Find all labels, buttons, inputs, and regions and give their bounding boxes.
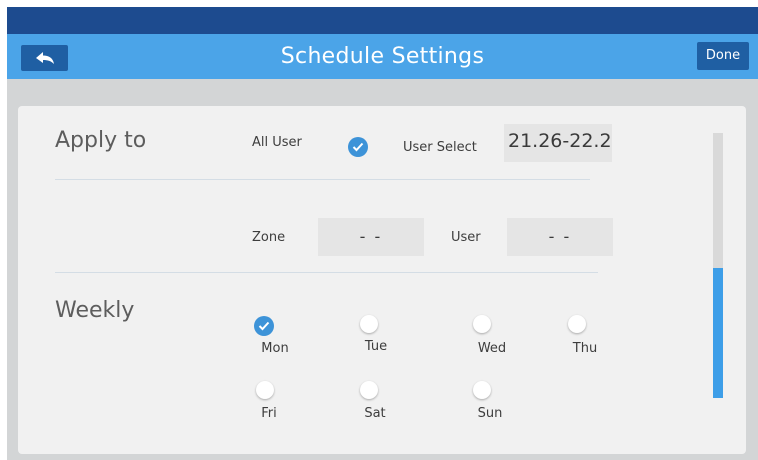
checkmark-icon — [258, 321, 270, 331]
day-thu-radio[interactable] — [568, 315, 586, 333]
day-mon-checkbox[interactable] — [254, 316, 274, 336]
day-sat-label: Sat — [364, 406, 386, 421]
all-user-label: All User — [252, 135, 302, 150]
day-sat-radio[interactable] — [360, 381, 378, 399]
scrollbar-thumb[interactable] — [713, 268, 723, 398]
day-sun-label: Sun — [477, 406, 503, 421]
day-tue-label: Tue — [364, 339, 388, 354]
user-select-value: 21.26-22.2 — [508, 130, 612, 152]
user-select-label: User Select — [403, 140, 477, 155]
day-sun-radio[interactable] — [473, 381, 491, 399]
zone-field[interactable]: - - — [318, 218, 424, 256]
user-select-field[interactable]: 21.26-22.2 — [504, 124, 612, 162]
title-bar: Schedule Settings Done — [7, 34, 758, 79]
done-button[interactable]: Done — [697, 42, 749, 70]
status-bar — [7, 7, 758, 34]
day-fri-label: Fri — [261, 406, 277, 421]
user-label: User — [451, 230, 481, 245]
divider — [55, 179, 590, 180]
day-wed-label: Wed — [477, 341, 507, 356]
zone-label: Zone — [252, 230, 286, 245]
apply-to-heading: Apply to — [55, 128, 147, 153]
user-field[interactable]: - - — [507, 218, 613, 256]
divider — [55, 272, 598, 273]
settings-panel — [18, 106, 746, 454]
checkmark-icon — [352, 142, 364, 152]
day-fri-radio[interactable] — [256, 381, 274, 399]
day-thu-label: Thu — [572, 341, 598, 356]
page-title: Schedule Settings — [280, 44, 485, 69]
day-tue-radio[interactable] — [360, 315, 378, 333]
day-wed-radio[interactable] — [473, 315, 491, 333]
weekly-heading: Weekly — [55, 298, 135, 323]
day-mon-label: Mon — [261, 341, 289, 356]
all-user-checkbox[interactable] — [348, 137, 368, 157]
